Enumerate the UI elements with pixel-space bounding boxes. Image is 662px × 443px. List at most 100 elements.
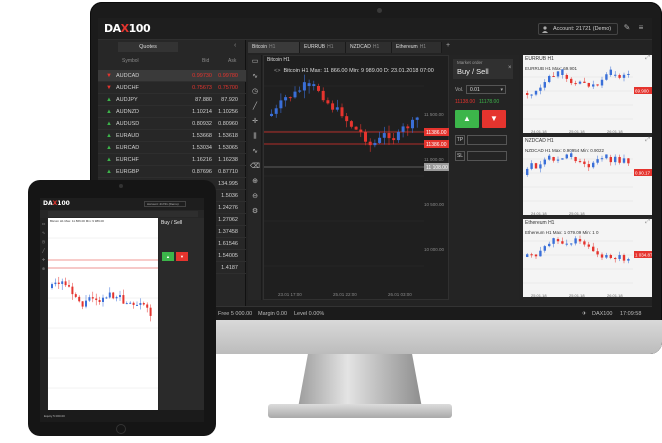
mini-chart-canvas: Ethereum H1 Max: 1 079.09 Min: 1 0 1 034.… [523, 230, 652, 298]
chart-tabs: Bitcoin H1 EURRUB H1 NZDCAD H1 Ethereum H1 + [248, 42, 508, 54]
candle-body [81, 301, 84, 307]
trash-icon[interactable]: ⌫ [250, 162, 260, 172]
candle-body [587, 164, 590, 168]
tab-eurrub[interactable]: EURRUB H1 [300, 42, 346, 53]
chart-type-icon[interactable]: ▭ [41, 221, 46, 226]
quote-symbol: EURCHF [116, 157, 139, 163]
clock-icon[interactable]: ◷ [41, 239, 46, 244]
crosshair-icon[interactable]: ✛ [250, 117, 260, 127]
collapse-icon[interactable]: ‹ [234, 42, 236, 49]
candle-body [345, 116, 349, 122]
candle-body [596, 84, 599, 86]
margin: Margin 0.00 [258, 311, 288, 317]
close-icon[interactable]: × [508, 65, 512, 71]
candle-body [614, 258, 617, 260]
candle-body [530, 254, 533, 256]
candle-body [139, 303, 142, 305]
main-chart[interactable]: Bitcoin H1 <> Bitcoin H1 Max: 11 866.00 M… [263, 55, 450, 300]
tablet-buy-button[interactable]: ▲ [162, 252, 174, 261]
zoom-in-icon[interactable]: ⊕ [250, 177, 260, 187]
tab-bitcoin[interactable]: Bitcoin H1 [248, 42, 300, 53]
candle-body [596, 251, 599, 255]
expand-icon[interactable]: ⤢ [645, 137, 650, 144]
x-tick-label: 26.01 03:00 [388, 292, 412, 297]
candle-body [382, 133, 386, 138]
candle-body [317, 86, 320, 91]
take-profit-input[interactable] [467, 135, 507, 145]
line-tool-icon[interactable]: ╱ [250, 102, 260, 112]
mini-chart-eurrub[interactable]: EURRUB H1 ⤢ EURRUB H1 Max: 69.901 69.900 2… [523, 55, 652, 135]
candle-body [387, 133, 391, 139]
quote-row[interactable]: ▼ AUDCHF 0.75673 0.75700 [98, 82, 246, 94]
candle-body [526, 168, 529, 175]
candle-body [288, 97, 292, 99]
candle-body [627, 259, 630, 261]
quote-symbol: EURGBP [116, 169, 140, 175]
stop-loss-input[interactable] [467, 151, 507, 161]
sparkline-icon[interactable]: ∿ [250, 147, 260, 157]
quote-row[interactable]: ▲ EURCHF 1.16216 1.16238 [98, 154, 246, 166]
quote-row[interactable]: ▼ AUDCAD 0.99730 0.99780 [98, 70, 246, 82]
menu-icon[interactable]: ≡ [636, 23, 646, 33]
tablet-chart[interactable]: Bitcoin H1 Max: 11 866.00 Min: 9 989.00 [48, 218, 158, 410]
expand-icon[interactable]: ⤢ [645, 55, 650, 62]
indicator-icon[interactable]: ∿ [250, 72, 260, 82]
camera [377, 8, 382, 13]
candle-body [364, 131, 367, 142]
quote-row[interactable]: ▲ EURAUD 1.53668 1.53618 [98, 130, 246, 142]
candle-body [552, 238, 555, 244]
tablet-account-selector[interactable]: Account: 21721 (Demo) [144, 201, 186, 207]
candle-body [321, 90, 325, 101]
crosshair-icon[interactable]: ✛ [41, 257, 46, 262]
quote-row[interactable]: ▲ AUDUSD 0.80932 0.80960 [98, 118, 246, 130]
app-logo[interactable]: DAX100 [104, 22, 151, 35]
candle-body [592, 246, 595, 252]
candle-body [618, 157, 621, 163]
candle-body [530, 163, 533, 169]
candle-body [68, 285, 70, 287]
tablet-sell-button[interactable]: ▼ [176, 252, 188, 261]
candle-body [392, 138, 396, 141]
settings-icon[interactable]: ⚙ [250, 207, 260, 217]
home-button[interactable] [116, 424, 126, 434]
zoom-out-icon[interactable]: ⊖ [250, 192, 260, 202]
account-selector[interactable]: Account: 21721 (Demo) [538, 23, 618, 35]
buy-button[interactable]: ▲ [455, 110, 479, 128]
candle-body [614, 74, 617, 76]
candle-body [354, 126, 358, 130]
quote-row[interactable]: ▲ AUDNZD 1.10214 1.10256 [98, 106, 246, 118]
arrow-down-icon: ▼ [106, 85, 112, 91]
candle-body [534, 254, 538, 257]
tablet-status-bar: Equity 5 000.00 [40, 410, 204, 422]
tab-ethereum[interactable]: Ethereum H1 [392, 42, 442, 53]
chart-type-icon[interactable]: ▭ [250, 57, 260, 67]
candle-body [583, 161, 586, 165]
zoom-in-icon[interactable]: ⊕ [41, 266, 46, 271]
add-tab-icon[interactable]: + [446, 42, 450, 49]
expand-icon[interactable]: ⤢ [645, 219, 650, 226]
candle-body [600, 158, 604, 160]
quote-row[interactable]: ▲ EURGBP 0.87696 0.87710 [98, 166, 246, 178]
indicator-icon[interactable]: ∿ [41, 230, 46, 235]
tablet-tabs [48, 211, 198, 217]
quotes-tab[interactable]: Quotes [118, 42, 178, 52]
candle-body [335, 107, 339, 110]
edit-icon[interactable]: ✎ [622, 23, 632, 33]
candle-body [574, 238, 577, 244]
volume-select[interactable]: 0.01 ▾ [466, 85, 506, 94]
candles-icon[interactable]: ⫼ [250, 132, 260, 142]
y-tick-label: 10 500.00 [424, 202, 445, 207]
clock-icon[interactable]: ◷ [250, 87, 260, 97]
quote-row[interactable]: ▲ AUDJPY 87.880 87.920 [98, 94, 246, 106]
tablet-logo[interactable]: DAX100 [43, 200, 70, 207]
mini-chart-ethereum[interactable]: Ethereum H1 ⤢ Ethereum H1 Max: 1 079.09 … [523, 219, 652, 299]
quote-bid: 0.80932 [192, 121, 212, 127]
mini-chart-nzdcad[interactable]: NZDCAD H1 ⤢ NZDCAD H1 Max: 0.90954 Min: … [523, 137, 652, 217]
quote-row[interactable]: ▲ EURCAD 1.53034 1.53065 [98, 142, 246, 154]
sell-button[interactable]: ▼ [482, 110, 506, 128]
quote-ask: 0.80960 [218, 121, 238, 127]
line-tool-icon[interactable]: ╱ [41, 248, 46, 253]
tab-nzdcad[interactable]: NZDCAD H1 [346, 42, 392, 53]
mini-charts-column: EURRUB H1 ⤢ EURRUB H1 Max: 69.901 69.900 2… [523, 55, 652, 300]
quote-symbol: AUDUSD [116, 121, 140, 127]
